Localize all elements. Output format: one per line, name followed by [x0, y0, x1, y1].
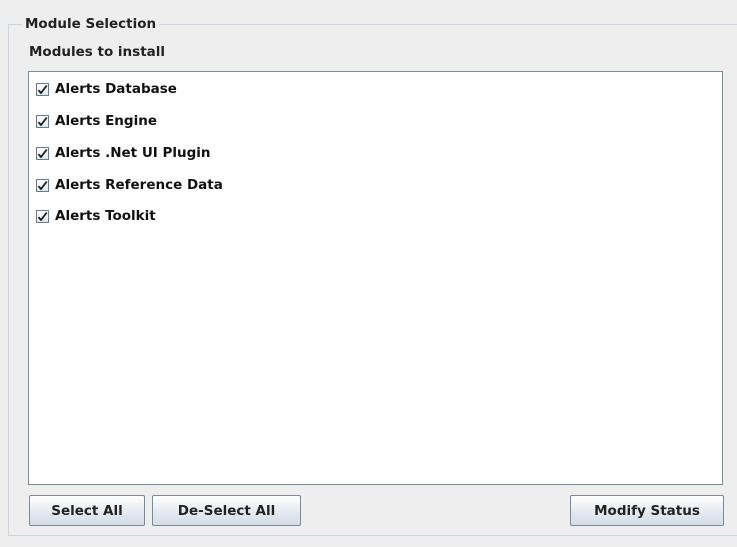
group-title: Module Selection [22, 15, 160, 33]
select-all-button[interactable]: Select All [29, 495, 145, 526]
module-checkbox[interactable] [36, 114, 49, 128]
module-selection-panel: Module Selection Modules to install Aler… [0, 0, 737, 547]
module-checkbox[interactable] [36, 82, 49, 96]
checkmark-icon [37, 211, 48, 221]
module-label: Alerts Toolkit [55, 208, 156, 224]
checkmark-icon [37, 84, 48, 94]
modify-status-button[interactable]: Modify Status [570, 495, 724, 526]
module-item-alerts-engine[interactable]: Alerts Engine [36, 111, 157, 131]
module-checkbox[interactable] [36, 178, 49, 192]
module-checkbox[interactable] [36, 209, 49, 223]
deselect-all-button[interactable]: De-Select All [152, 495, 301, 526]
module-item-alerts-database[interactable]: Alerts Database [36, 79, 177, 99]
module-item-alerts-reference-data[interactable]: Alerts Reference Data [36, 175, 223, 195]
module-label: Alerts Database [55, 81, 177, 97]
module-label: Alerts Engine [55, 113, 157, 129]
modules-list[interactable]: Alerts Database Alerts Engine Alerts .Ne… [28, 71, 723, 485]
module-item-alerts-net-ui-plugin[interactable]: Alerts .Net UI Plugin [36, 143, 211, 163]
checkmark-icon [37, 180, 48, 190]
checkmark-icon [37, 116, 48, 126]
module-label: Alerts Reference Data [55, 177, 223, 193]
module-label: Alerts .Net UI Plugin [55, 145, 211, 161]
module-item-alerts-toolkit[interactable]: Alerts Toolkit [36, 206, 156, 226]
checkmark-icon [37, 148, 48, 158]
module-checkbox[interactable] [36, 146, 49, 160]
modules-to-install-label: Modules to install [29, 44, 166, 60]
